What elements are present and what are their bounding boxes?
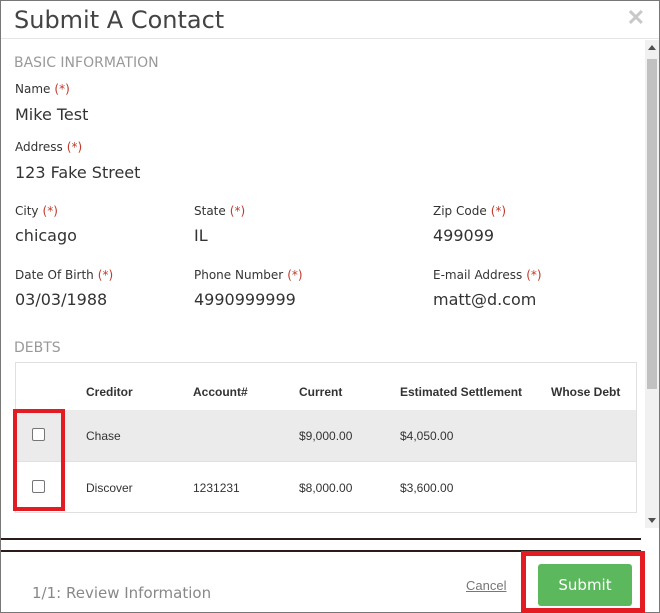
phone-label: Phone Number (*) (194, 268, 303, 282)
basic-info-heading: BASIC INFORMATION (14, 55, 159, 71)
column-header-current[interactable]: Current (299, 385, 342, 399)
required-marker: (*) (287, 268, 303, 282)
settlement-cell: $3,600.00 (400, 481, 454, 495)
settlement-cell: $4,050.00 (400, 429, 454, 443)
zip-value: 499099 (433, 226, 495, 245)
required-marker: (*) (97, 268, 114, 282)
creditor-cell: Chase (86, 429, 121, 443)
phone-value: 4990999999 (194, 290, 296, 309)
footer-divider (1, 538, 641, 540)
column-header-estimated-settlement[interactable]: Estimated Settlement (400, 385, 522, 399)
zip-label: Zip Code (*) (433, 204, 507, 218)
scroll-up-arrow-icon[interactable] (648, 45, 656, 50)
table-row: Discover 1231231 $8,000.00 $3,600.00 (16, 461, 636, 512)
name-value: Mike Test (15, 105, 89, 124)
modal-scrollbar[interactable] (645, 40, 659, 528)
creditor-cell: Discover (86, 481, 133, 495)
debts-heading: DEBTS (14, 340, 61, 356)
email-label: E-mail Address (*) (433, 268, 542, 282)
name-label: Name (*) (15, 82, 70, 96)
dob-label: Date Of Birth (*) (15, 268, 114, 282)
account-cell: 1231231 (193, 481, 240, 495)
cancel-link[interactable]: Cancel (466, 578, 506, 593)
current-cell: $9,000.00 (299, 429, 353, 443)
modal-body: BASIC INFORMATION Name (*) Mike Test Addr… (1, 40, 645, 528)
city-label: City (*) (15, 204, 58, 218)
submit-contact-modal: Submit A Contact ✕ BASIC INFORMATION Nam… (0, 0, 660, 613)
scroll-down-arrow-icon[interactable] (648, 518, 656, 523)
required-marker: (*) (229, 204, 246, 218)
dob-value: 03/03/1988 (15, 290, 108, 309)
required-marker: (*) (42, 204, 58, 218)
modal-footer: 1/1: Review Information Cancel Submit (1, 550, 659, 613)
debts-table: Creditor Account# Current Estimated Sett… (15, 362, 637, 513)
table-row: Chase $9,000.00 $4,050.00 (16, 410, 636, 462)
current-cell: $8,000.00 (299, 481, 353, 495)
state-label: State (*) (194, 204, 246, 218)
column-header-whose-debt[interactable]: Whose Debt (551, 385, 620, 399)
close-icon[interactable]: ✕ (627, 5, 645, 31)
submit-highlight-box: Submit (521, 551, 645, 613)
address-label: Address (*) (15, 140, 83, 154)
email-value: matt@d.com (433, 290, 537, 309)
submit-button[interactable]: Submit (538, 564, 632, 606)
address-value: 123 Fake Street (15, 163, 141, 182)
required-marker: (*) (526, 268, 542, 282)
modal-header: Submit A Contact ✕ (1, 1, 659, 39)
step-indicator: 1/1: Review Information (32, 584, 212, 602)
column-header-creditor[interactable]: Creditor (86, 385, 133, 399)
state-value: IL (194, 226, 208, 245)
checkbox-highlight-box (13, 409, 65, 511)
required-marker: (*) (54, 82, 70, 96)
required-marker: (*) (66, 140, 83, 154)
scrollbar-thumb[interactable] (647, 59, 657, 389)
city-value: chicago (15, 226, 77, 245)
modal-title: Submit A Contact (14, 6, 225, 34)
column-header-account[interactable]: Account# (193, 385, 248, 399)
required-marker: (*) (490, 204, 507, 218)
